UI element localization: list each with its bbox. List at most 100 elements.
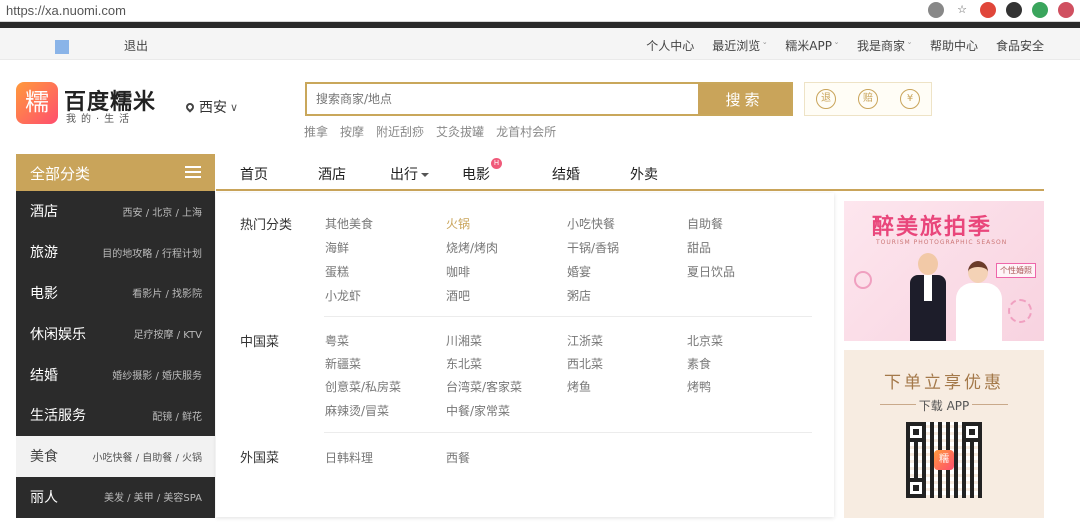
category-link[interactable]: 江浙菜 xyxy=(567,332,603,349)
category-link[interactable]: 烤鸭 xyxy=(687,378,711,395)
hot-word-link[interactable]: 附近刮痧 xyxy=(376,123,424,140)
category-item-hotel[interactable]: 酒店 西安 / 北京 / 上海 xyxy=(16,191,215,232)
category-link[interactable]: 台湾菜/客家菜 xyxy=(446,378,522,395)
category-item-wedding[interactable]: 结婚 婚纱摄影 / 婚庆服务 xyxy=(16,354,215,395)
qr-corner xyxy=(962,422,982,442)
category-link[interactable]: 小吃快餐 xyxy=(567,215,615,232)
nav-travel[interactable]: 出行 xyxy=(390,164,429,184)
category-link[interactable]: 火锅 xyxy=(446,215,470,232)
category-link[interactable]: 干锅/香锅 xyxy=(567,239,619,256)
banner-subtitle: TOURISM PHOTOGRAPHIC SEASON xyxy=(876,239,1008,246)
category-link[interactable]: 西北菜 xyxy=(567,355,603,372)
extension-icon[interactable] xyxy=(980,2,996,18)
all-categories-header[interactable]: 全部分类 xyxy=(16,154,215,191)
search-input[interactable] xyxy=(307,84,698,114)
search-button[interactable]: 搜索 xyxy=(698,84,791,114)
nav-movie[interactable]: 电影 H xyxy=(462,158,502,184)
category-link[interactable]: 粤菜 xyxy=(325,332,349,349)
category-item-leisure[interactable]: 休闲娱乐 足疗按摩 / KTV xyxy=(16,313,215,354)
price-icon: ¥ xyxy=(900,89,920,109)
compensation-icon: 赔 xyxy=(858,89,878,109)
section-title-chinese: 中国菜 xyxy=(240,335,280,350)
section-title-foreign: 外国菜 xyxy=(240,451,280,466)
help-center-link[interactable]: 帮助中心 xyxy=(930,37,978,54)
category-link[interactable]: 创意菜/私房菜 xyxy=(325,378,401,395)
city-name: 西安 xyxy=(199,100,227,116)
category-item-life-services[interactable]: 生活服务 配镜 / 鲜花 xyxy=(16,395,215,436)
banner-title: 醉美旅拍季 xyxy=(872,215,993,240)
food-safety-link[interactable]: 食品安全 xyxy=(996,37,1044,54)
hot-word-link[interactable]: 艾灸拔罐 xyxy=(436,123,484,140)
url-text[interactable]: https://xa.nuomi.com xyxy=(6,3,126,18)
service-promise-badges[interactable]: 退 赔 ¥ xyxy=(804,82,932,116)
qr-logo-icon: 糯 xyxy=(934,450,954,470)
all-categories-label: 全部分类 xyxy=(30,165,91,183)
category-link[interactable]: 夏日饮品 xyxy=(687,263,735,280)
translate-icon[interactable] xyxy=(928,2,944,18)
main-nav: 首页 酒店 出行 电影 H 结婚 外卖 xyxy=(216,158,1044,191)
personal-center-link[interactable]: 个人中心 xyxy=(646,37,694,54)
browser-address-bar[interactable]: https://xa.nuomi.com ☆ xyxy=(0,0,1080,22)
nav-home[interactable]: 首页 xyxy=(240,164,268,184)
category-link[interactable]: 东北菜 xyxy=(446,355,482,372)
section-title-hot: 热门分类 xyxy=(240,218,293,233)
hot-word-link[interactable]: 龙首村会所 xyxy=(496,123,556,140)
logout-link[interactable]: 退出 xyxy=(124,37,148,54)
category-link[interactable]: 其他美食 xyxy=(325,215,373,232)
section-divider xyxy=(324,432,812,433)
category-list: 酒店 西安 / 北京 / 上海 旅游 目的地攻略 / 行程计划 电影 看影片 /… xyxy=(16,191,215,518)
category-link[interactable]: 麻辣烫/冒菜 xyxy=(325,402,389,419)
category-link[interactable]: 中餐/家常菜 xyxy=(446,402,510,419)
nav-takeout[interactable]: 外卖 xyxy=(630,164,658,184)
category-link[interactable]: 自助餐 xyxy=(687,215,723,232)
location-pin-icon xyxy=(184,101,196,113)
app-banner-subtitle: 下载 APP xyxy=(918,399,970,413)
category-link[interactable]: 新疆菜 xyxy=(325,355,361,372)
wedding-photo-banner[interactable]: 醉美旅拍季 TOURISM PHOTOGRAPHIC SEASON 个性婚照 xyxy=(844,201,1044,341)
category-link[interactable]: 日韩料理 xyxy=(325,449,373,466)
category-link[interactable]: 粥店 xyxy=(567,287,591,304)
merchant-link[interactable]: 我是商家 xyxy=(857,37,912,54)
search-box: 搜索 xyxy=(305,82,793,116)
category-link[interactable]: 烧烤/烤肉 xyxy=(446,239,498,256)
category-link[interactable]: 西餐 xyxy=(446,449,470,466)
extension-icon[interactable] xyxy=(1058,2,1074,18)
hot-word-link[interactable]: 推拿 xyxy=(304,123,328,140)
city-selector[interactable]: 西安 ∨ xyxy=(184,97,239,117)
extension-icon[interactable] xyxy=(1032,2,1048,18)
diamond-icon[interactable] xyxy=(1006,2,1022,18)
decoration-ring xyxy=(1008,299,1032,323)
category-link[interactable]: 海鲜 xyxy=(325,239,349,256)
refund-icon: 退 xyxy=(816,89,836,109)
category-link[interactable]: 北京菜 xyxy=(687,332,723,349)
qr-corner xyxy=(906,478,926,498)
category-link[interactable]: 甜品 xyxy=(687,239,711,256)
star-icon[interactable]: ☆ xyxy=(954,2,970,18)
caret-down-icon xyxy=(421,173,429,177)
category-link[interactable]: 咖啡 xyxy=(446,263,470,280)
category-link[interactable]: 小龙虾 xyxy=(325,287,361,304)
category-link[interactable]: 酒吧 xyxy=(446,287,470,304)
category-item-food[interactable]: 美食 小吃快餐 / 自助餐 / 火锅 xyxy=(16,435,215,477)
category-item-travel[interactable]: 旅游 目的地攻略 / 行程计划 xyxy=(16,232,215,273)
category-link[interactable]: 蛋糕 xyxy=(325,263,349,280)
divider-line xyxy=(972,404,1008,405)
category-item-beauty[interactable]: 丽人 美发 / 美甲 / 美容SPA xyxy=(16,477,215,518)
app-link[interactable]: 糯米APP xyxy=(785,37,839,54)
app-download-banner[interactable]: 下单立享优惠 下载 APP 糯 xyxy=(844,350,1044,518)
hot-search-words: 推拿 按摩 附近刮痧 艾灸拔罐 龙首村会所 xyxy=(304,123,556,140)
category-link[interactable]: 川湘菜 xyxy=(446,332,482,349)
logo-icon[interactable]: 糯 xyxy=(16,82,58,124)
chevron-down-icon: ∨ xyxy=(230,100,239,114)
recent-views-link[interactable]: 最近浏览 xyxy=(712,37,767,54)
menu-icon xyxy=(185,166,201,178)
category-link[interactable]: 烤鱼 xyxy=(567,378,591,395)
category-item-movie[interactable]: 电影 看影片 / 找影院 xyxy=(16,273,215,314)
category-link[interactable]: 素食 xyxy=(687,355,711,372)
hot-word-link[interactable]: 按摩 xyxy=(340,123,364,140)
logo-subtitle: 我的·生活 xyxy=(66,114,135,125)
category-link[interactable]: 婚宴 xyxy=(567,263,591,280)
user-avatar[interactable] xyxy=(55,40,69,54)
nav-hotel[interactable]: 酒店 xyxy=(318,164,346,184)
nav-wedding[interactable]: 结婚 xyxy=(552,164,580,184)
